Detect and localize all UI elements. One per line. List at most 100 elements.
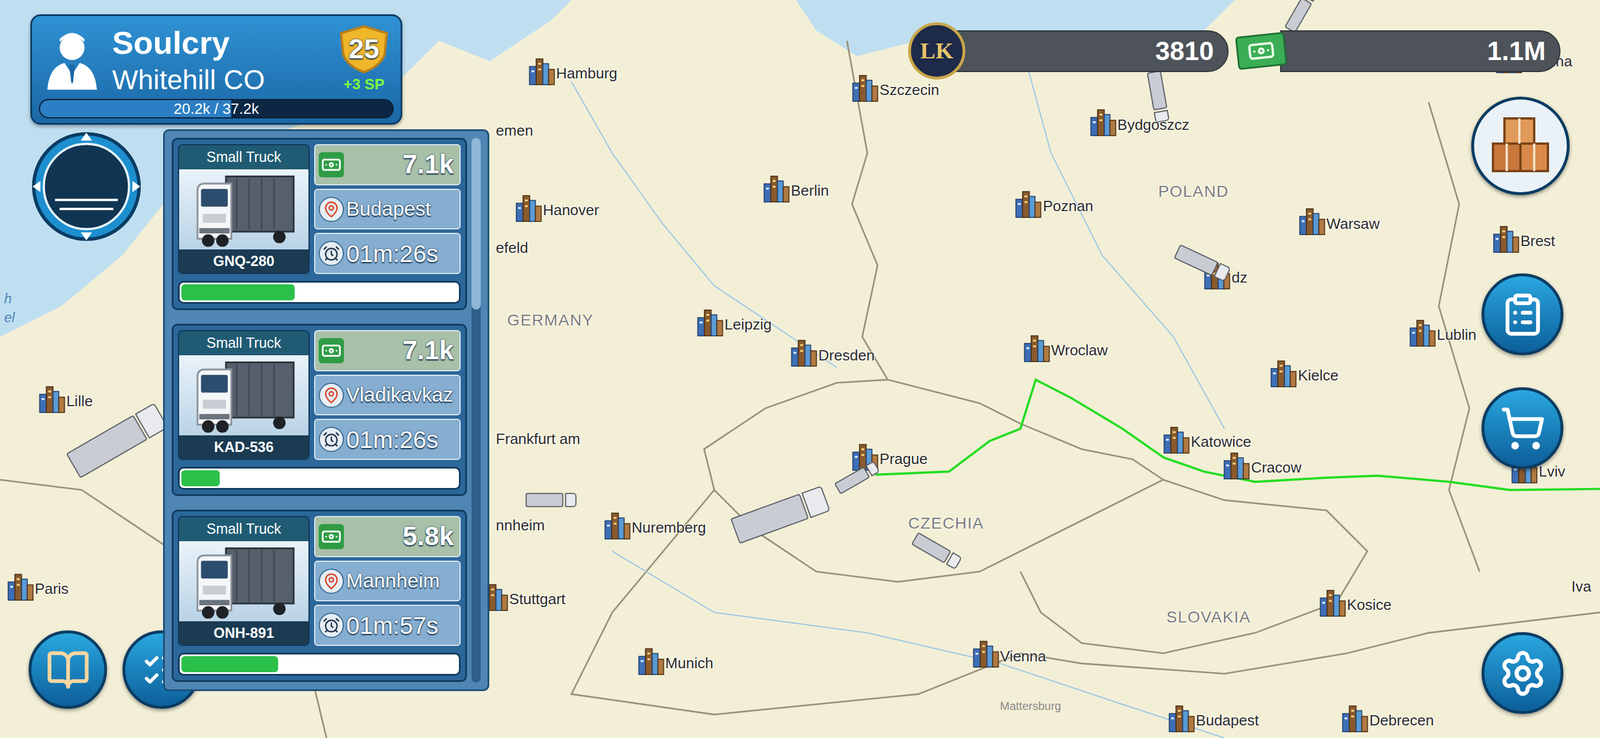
truck-image-block: Small TruckKAD-536 xyxy=(177,330,310,461)
cash-icon xyxy=(318,524,344,550)
timer-cell: 01m:26s xyxy=(314,232,461,275)
destination-name: Vladikavkaz xyxy=(346,379,454,411)
cash-icon xyxy=(318,338,344,364)
city-label[interactable]: Bydgoszcz xyxy=(1117,113,1190,136)
truck-plate: GNQ-280 xyxy=(179,249,309,274)
delivery-progress-bar xyxy=(177,652,461,676)
country-label: SLOVAKIA xyxy=(1166,605,1251,630)
delivery-progress-bar xyxy=(177,280,461,304)
timer-value: 01m:26s xyxy=(346,421,439,458)
truck-type: Small Truck xyxy=(179,145,309,170)
book-icon xyxy=(45,647,91,693)
destination-name: Mannheim xyxy=(346,565,440,597)
city-label[interactable]: efeld xyxy=(496,236,529,260)
compass-icon xyxy=(30,130,143,243)
truck-picture-icon xyxy=(189,541,299,622)
map-recenter-button[interactable] xyxy=(30,130,143,243)
city-label[interactable]: Frankfurt am xyxy=(496,427,581,450)
truck-card[interactable]: Small Truck GNQ-280 7.1kBudapest01m:26s xyxy=(171,137,467,311)
coin-icon: LK xyxy=(908,22,966,80)
city-label[interactable]: Paris xyxy=(34,577,69,600)
city-buildings-icon xyxy=(636,644,666,676)
city-buildings-icon xyxy=(37,382,67,414)
country-label: GERMANY xyxy=(507,308,594,333)
city-buildings-icon xyxy=(1318,586,1348,618)
city-label[interactable]: Szczecin xyxy=(879,78,940,101)
city-label[interactable]: Lublin xyxy=(1436,323,1477,346)
shop-button[interactable] xyxy=(1481,387,1564,470)
city-label[interactable]: Iva xyxy=(1571,575,1592,598)
city-buildings-icon xyxy=(1088,105,1118,137)
city-label[interactable]: Poznan xyxy=(1042,195,1093,218)
city-buildings-icon xyxy=(1408,316,1437,348)
cash-balance: 1.1M xyxy=(1280,30,1561,73)
city-label[interactable]: dz xyxy=(1231,266,1247,289)
truck-card[interactable]: Small TruckKAD-5367.1k Vladikavkaz 01m:26s xyxy=(171,323,467,497)
city-label[interactable]: Brest xyxy=(1520,229,1556,252)
guide-book-button[interactable] xyxy=(28,630,108,710)
level-badge: 25 xyxy=(338,25,390,74)
player-avatar-icon xyxy=(43,28,101,92)
warehouse-button[interactable] xyxy=(1471,96,1570,196)
city-buildings-icon xyxy=(1269,357,1298,388)
truck-image-block: Small Truck GNQ-280 xyxy=(177,144,310,275)
city-label[interactable]: Leipzig xyxy=(724,313,772,336)
destination-cell: Budapest xyxy=(314,188,461,231)
city-buildings-icon xyxy=(1162,423,1191,455)
city-label[interactable]: Budapest xyxy=(1195,709,1259,732)
timer-icon xyxy=(318,240,344,267)
city-label[interactable]: Dresden xyxy=(818,343,875,367)
city-buildings-icon xyxy=(789,336,819,368)
town-label: Mattersburg xyxy=(1000,697,1062,715)
xp-bar: 20.2k / 37.2k xyxy=(38,98,394,119)
delivery-progress-bar xyxy=(177,466,461,490)
truck-plate: ONH-891 xyxy=(179,621,309,646)
scrollbar[interactable] xyxy=(471,137,481,683)
city-label[interactable]: Nuremberg xyxy=(631,516,707,539)
city-label[interactable]: Berlin xyxy=(790,179,829,203)
city-buildings-icon xyxy=(971,637,1001,669)
city-label[interactable]: Warsaw xyxy=(1326,212,1380,235)
city-label[interactable]: Kielce xyxy=(1297,364,1339,387)
map-truck[interactable] xyxy=(525,492,577,508)
country-label: POLAND xyxy=(1158,179,1230,204)
timer-cell: 01m:26s xyxy=(314,418,461,461)
timer-value: 01m:57s xyxy=(346,607,439,644)
location-pin-icon xyxy=(318,568,344,594)
city-label[interactable]: Wroclaw xyxy=(1051,338,1108,362)
city-buildings-icon xyxy=(603,509,632,541)
city-label[interactable]: Debrecen xyxy=(1369,709,1435,732)
city-label[interactable]: Lille xyxy=(66,389,93,413)
destination-cell: Mannheim xyxy=(314,560,461,603)
city-label[interactable]: Stuttgart xyxy=(509,587,566,611)
city-label[interactable]: Hamburg xyxy=(556,62,618,85)
player-card[interactable]: SoulcryWhitehill CO25+3 SP20.2k / 37.2k xyxy=(30,14,403,125)
truck-card[interactable]: Small TruckONH-8915.8kMannheim01m:57s xyxy=(171,509,467,683)
city-label[interactable]: Kosice xyxy=(1347,593,1392,617)
reward-cell: 7.1k xyxy=(314,330,461,372)
city-buildings-icon xyxy=(1297,204,1327,236)
contracts-button[interactable] xyxy=(1481,273,1564,356)
city-buildings-icon xyxy=(1491,222,1521,254)
timer-icon xyxy=(318,426,344,453)
city-buildings-icon xyxy=(6,570,35,602)
city-label[interactable]: nnheim xyxy=(496,514,545,537)
city-label[interactable]: Munich xyxy=(665,652,714,675)
cart-icon xyxy=(1499,405,1546,452)
location-pin-icon xyxy=(318,382,344,409)
settings-button[interactable] xyxy=(1481,632,1564,715)
city-buildings-icon xyxy=(514,191,544,223)
city-label[interactable]: emen xyxy=(496,119,534,142)
city-label[interactable]: Hanover xyxy=(543,199,600,222)
city-label[interactable]: Prague xyxy=(879,448,928,471)
water-label: h xyxy=(4,288,12,310)
skill-points: +3 SP xyxy=(343,73,385,96)
water-label: el xyxy=(4,307,15,328)
truck-picture-icon xyxy=(189,355,299,436)
city-label[interactable]: Katowice xyxy=(1190,430,1252,454)
truck-plate: KAD-536 xyxy=(179,435,309,460)
city-label[interactable]: Vienna xyxy=(1000,644,1047,668)
city-label[interactable]: Cracow xyxy=(1250,456,1302,479)
coin-balance: 3810 xyxy=(953,30,1229,73)
reward-amount: 7.1k xyxy=(402,144,457,185)
